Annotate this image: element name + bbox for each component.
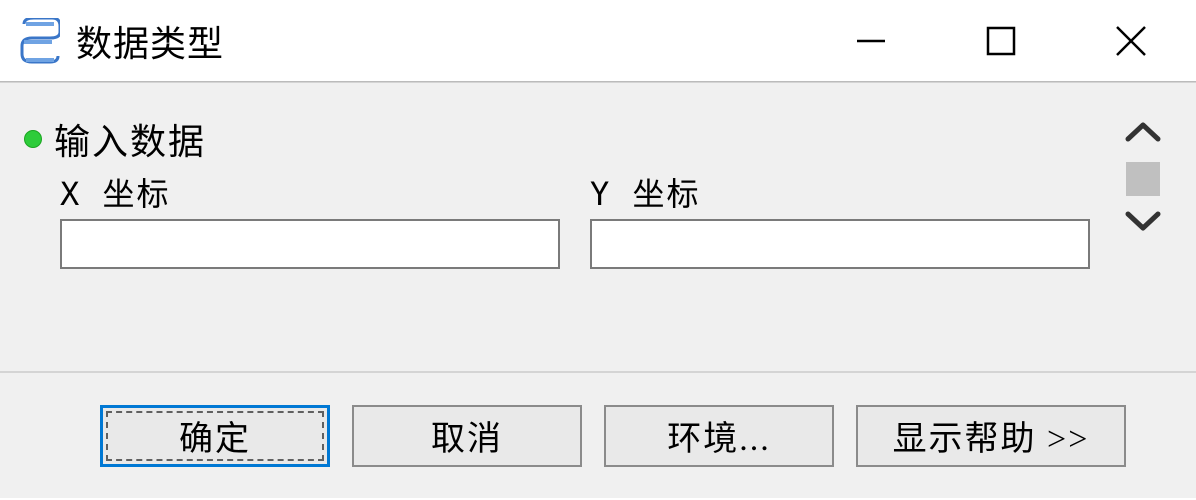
close-button[interactable] — [1066, 0, 1196, 82]
titlebar: 数据类型 — [0, 0, 1196, 82]
fields-row: X 坐标 Y 坐标 — [22, 169, 1118, 269]
window-controls — [806, 0, 1196, 81]
button-bar: 确定 取消 环境... 显示帮助 >> — [0, 372, 1196, 498]
environment-button[interactable]: 环境... — [604, 405, 834, 467]
maximize-button[interactable] — [936, 0, 1066, 82]
scroll-thumb[interactable] — [1126, 162, 1160, 196]
main-content: 输入数据 X 坐标 Y 坐标 — [22, 113, 1118, 351]
scrollbar — [1118, 113, 1168, 351]
section-header: 输入数据 — [22, 113, 1118, 165]
y-coord-input[interactable] — [590, 219, 1090, 269]
app-icon — [18, 17, 62, 65]
minimize-button[interactable] — [806, 0, 936, 82]
cancel-button[interactable]: 取消 — [352, 405, 582, 467]
section-heading: 输入数据 — [54, 113, 206, 165]
x-coord-label: X 坐标 — [60, 169, 560, 215]
scroll-up-icon[interactable] — [1124, 119, 1162, 150]
ok-button[interactable]: 确定 — [100, 405, 330, 467]
y-coord-group: Y 坐标 — [590, 169, 1090, 269]
window-title: 数据类型 — [76, 15, 806, 67]
scroll-down-icon[interactable] — [1124, 208, 1162, 239]
show-help-button[interactable]: 显示帮助 >> — [856, 405, 1126, 467]
bullet-icon — [24, 130, 42, 148]
y-coord-label: Y 坐标 — [590, 169, 1090, 215]
x-coord-group: X 坐标 — [60, 169, 560, 269]
content-area: 输入数据 X 坐标 Y 坐标 — [0, 82, 1196, 372]
x-coord-input[interactable] — [60, 219, 560, 269]
